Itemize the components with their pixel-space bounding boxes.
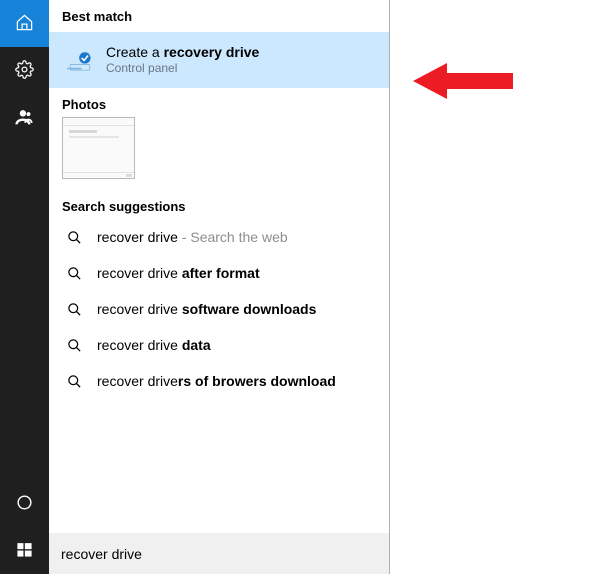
windows-icon [16, 541, 33, 561]
search-icon [65, 338, 83, 353]
suggestion-text: recover drive - Search the web [97, 229, 288, 245]
search-suggestion[interactable]: recover drive - Search the web [62, 219, 376, 255]
best-match-header: Best match [62, 9, 376, 24]
best-match-section: Best match [49, 0, 389, 32]
suggestion-text: recover drive after format [97, 265, 260, 281]
best-match-subtitle: Control panel [106, 61, 259, 76]
taskbar [0, 0, 49, 574]
photos-section: Photos [49, 88, 389, 182]
taskbar-home-button[interactable] [0, 0, 49, 47]
suggestion-text: recover drive data [97, 337, 211, 353]
suggestion-text: recover drive software downloads [97, 301, 316, 317]
search-icon [65, 302, 83, 317]
search-input[interactable] [61, 546, 377, 562]
taskbar-start-button[interactable] [0, 527, 49, 574]
search-suggestion[interactable]: recover drive data [62, 327, 376, 363]
photos-header: Photos [62, 97, 376, 112]
search-suggestion[interactable]: recover drive after format [62, 255, 376, 291]
search-icon [65, 374, 83, 389]
best-match-title: Create a recovery drive [106, 44, 259, 62]
search-suggestion[interactable]: recover drivers of browers download [62, 363, 376, 399]
taskbar-settings-button[interactable] [0, 47, 49, 94]
suggestions-header: Search suggestions [62, 199, 376, 214]
gear-icon [15, 60, 34, 82]
search-suggestion[interactable]: recover drive software downloads [62, 291, 376, 327]
search-box[interactable] [49, 533, 389, 574]
search-icon [65, 230, 83, 245]
arrow-annotation [413, 63, 513, 102]
taskbar-cortana-button[interactable] [0, 480, 49, 527]
user-icon [15, 107, 34, 129]
suggestions-section: Search suggestions recover drive - Searc… [49, 182, 389, 402]
home-icon [15, 13, 34, 35]
taskbar-user-button[interactable] [0, 94, 49, 141]
photo-thumbnail[interactable] [62, 117, 135, 179]
search-icon [65, 266, 83, 281]
search-panel: Best match Create a recovery drive Contr… [49, 0, 390, 574]
suggestion-text: recover drivers of browers download [97, 373, 336, 389]
cortana-icon [15, 493, 34, 515]
best-match-result[interactable]: Create a recovery drive Control panel [49, 32, 389, 88]
recovery-drive-icon [67, 51, 93, 76]
